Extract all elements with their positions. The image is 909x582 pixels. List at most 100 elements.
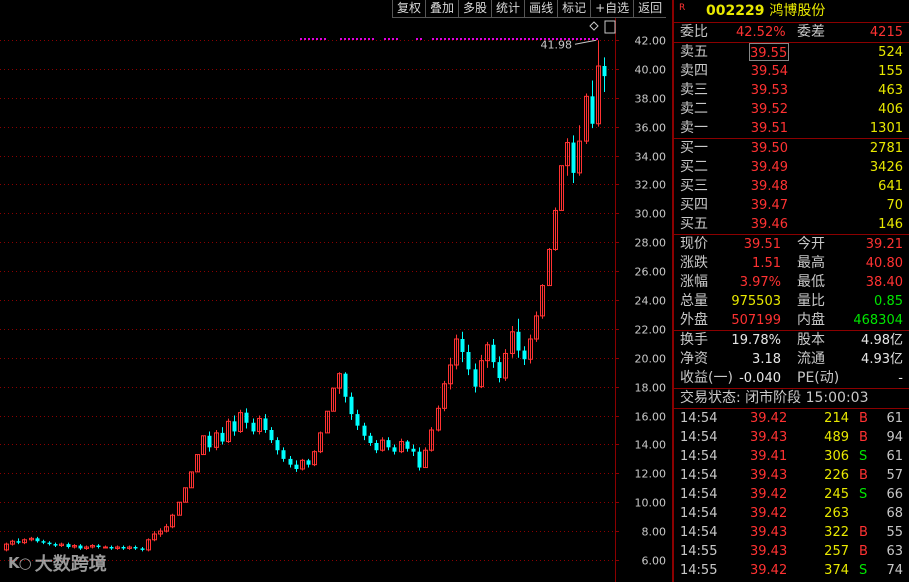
asks-label: 卖一 <box>680 120 708 136</box>
tick-row[interactable]: 14:54 39.43 322 B 55 <box>674 523 909 542</box>
tick-row[interactable]: 14:55 39.42 374 S 74 <box>674 561 909 580</box>
asks-row[interactable]: 卖一 39.51 1301 <box>674 119 909 138</box>
tick-price: 39.43 <box>750 544 788 559</box>
candle-body <box>232 421 237 432</box>
weibi-label: 委比 <box>680 24 708 40</box>
tick-count: 94 <box>886 430 903 445</box>
max-dot <box>468 38 470 40</box>
y-tick-label: 30.00 <box>635 208 667 221</box>
y-tick-label: 42.00 <box>635 35 667 48</box>
tick-row[interactable]: 14:54 39.43 226 B 57 <box>674 466 909 485</box>
quote-list: 现价 39.51 今开 39.21 涨跌 1.51 最高 40.80 涨幅 3.97% 最低 38.4… <box>674 235 909 330</box>
bids-row[interactable]: 买四 39.47 70 <box>674 196 909 215</box>
quote-value: 507199 <box>731 313 781 328</box>
max-dot <box>416 38 418 40</box>
max-dot <box>520 38 522 40</box>
tick-row[interactable]: 14:54 39.43 489 B 94 <box>674 428 909 447</box>
toolbar-button-0[interactable]: 复权 <box>392 0 426 18</box>
fund-label-2: 股本 <box>797 332 825 348</box>
quote-value-2: 39.21 <box>865 237 903 252</box>
toolbar-button-1[interactable]: 叠加 <box>425 0 459 18</box>
max-dot <box>580 38 582 40</box>
asks-row[interactable]: 卖五 39.55 524 <box>674 43 909 62</box>
bids-row[interactable]: 买五 39.46 146 <box>674 215 909 234</box>
kline-chart[interactable]: 42.00 40.00 38.00 36.00 34.00 32.00 30.00 28.00… <box>0 0 671 582</box>
quote-row: 总量 975503 量比 0.85 <box>674 292 909 311</box>
asks-price: 39.53 <box>750 83 788 98</box>
max-dot <box>480 38 482 40</box>
toolbar-button-5[interactable]: 标记 <box>557 0 591 18</box>
candle-body <box>251 422 256 432</box>
toolbar-button-7[interactable]: 返回 <box>633 0 667 18</box>
max-dot <box>368 38 370 40</box>
toolbar-button-3[interactable]: 统计 <box>491 0 525 18</box>
tick-time: 14:55 <box>680 563 718 578</box>
max-arrow <box>574 39 597 45</box>
tick-price: 39.42 <box>750 487 788 502</box>
candle-body <box>602 66 607 77</box>
window-icon[interactable] <box>604 20 616 34</box>
max-dot <box>508 38 510 40</box>
quote-label-2: 今开 <box>797 236 825 252</box>
quote-label-2: 最低 <box>797 274 825 290</box>
max-dot <box>304 38 306 40</box>
watermark-text: 大数跨境 <box>34 554 107 575</box>
max-dot <box>360 38 362 40</box>
tick-row[interactable]: 14:55 39.43 257 B 63 <box>674 542 909 561</box>
fund-value: 3.18 <box>752 352 781 367</box>
tick-time: 14:54 <box>680 525 718 540</box>
max-dot <box>308 38 310 40</box>
asks-label: 卖二 <box>680 101 708 117</box>
candle-body <box>96 545 101 547</box>
toolbar-button-6[interactable]: +自选 <box>590 0 634 18</box>
max-dot <box>492 38 494 40</box>
bids-price: 39.49 <box>750 160 788 175</box>
candle-body <box>343 373 348 397</box>
tick-row[interactable]: 14:54 39.42 263 68 <box>674 504 909 523</box>
bids-volume: 146 <box>878 217 903 232</box>
toolbar-button-2[interactable]: 多股 <box>458 0 492 18</box>
tick-side: B <box>859 468 868 483</box>
candle-body <box>207 435 212 448</box>
tick-side: B <box>859 430 868 445</box>
tick-row[interactable]: 14:54 39.42 245 S 66 <box>674 485 909 504</box>
bids-row[interactable]: 买一 39.50 2781 <box>674 139 909 158</box>
asks-row[interactable]: 卖三 39.53 463 <box>674 81 909 100</box>
candle-body <box>473 369 478 387</box>
kline-chart-svg[interactable]: 42.00 40.00 38.00 36.00 34.00 32.00 30.00 28.00… <box>0 0 671 582</box>
candle-body <box>294 464 299 469</box>
max-dot <box>496 38 498 40</box>
stock-code-name[interactable]: 002229 鸿博股份 <box>706 0 825 22</box>
asks-row[interactable]: 卖二 39.52 406 <box>674 100 909 119</box>
r-mark: R <box>679 3 686 13</box>
y-tick-label: 22.00 <box>635 324 667 337</box>
quote-value: 1.51 <box>752 256 781 271</box>
max-dot <box>476 38 478 40</box>
quote-value: 975503 <box>731 294 781 309</box>
candle-body <box>244 412 249 423</box>
tick-time: 14:55 <box>680 544 718 559</box>
y-tick-label: 24.00 <box>635 295 667 308</box>
tick-time: 14:54 <box>680 449 718 464</box>
tick-row[interactable]: 14:54 39.41 306 S 61 <box>674 447 909 466</box>
max-dot <box>420 38 422 40</box>
quote-value: 3.97% <box>739 275 781 290</box>
quote-row: 外盘 507199 内盘 468304 <box>674 311 909 330</box>
bids-row[interactable]: 买三 39.48 641 <box>674 177 909 196</box>
fund-label-2: 流通 <box>797 351 825 367</box>
tick-volume: 257 <box>824 544 849 559</box>
candle-body <box>35 538 40 542</box>
quote-label-2: 量比 <box>797 293 825 309</box>
tick-price: 39.43 <box>750 468 788 483</box>
candle-body <box>355 414 360 426</box>
candle-body <box>466 352 471 370</box>
y-tick-label: 20.00 <box>635 353 667 366</box>
candle-body <box>392 447 397 452</box>
toolbar-button-4[interactable]: 画线 <box>524 0 558 18</box>
bids-row[interactable]: 买二 39.49 3426 <box>674 158 909 177</box>
asks-row[interactable]: 卖四 39.54 155 <box>674 62 909 81</box>
tick-row[interactable]: 14:54 39.42 214 B 61 <box>674 409 909 428</box>
tick-list[interactable]: 14:54 39.42 214 B 61 14:54 39.43 489 B 94 14:54 39.… <box>674 409 909 580</box>
max-dot <box>588 38 590 40</box>
candle-body <box>405 441 410 449</box>
